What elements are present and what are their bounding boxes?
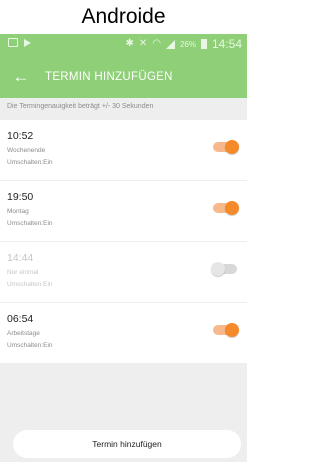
schedule-time: 10:52: [7, 130, 34, 142]
schedule-days: Arbeitstage: [7, 330, 40, 337]
play-icon: [24, 38, 31, 47]
schedule-days: Wochenende: [7, 147, 46, 154]
schedule-list: 10:52 Wochenende Umschalten:Ein 19:50 Mo…: [0, 120, 247, 364]
schedule-time: 06:54: [7, 313, 34, 325]
app-bar: ← TERMIN HINZUFÜGEN: [0, 56, 247, 98]
schedule-item[interactable]: 10:52 Wochenende Umschalten:Ein: [0, 120, 247, 180]
schedule-switch[interactable]: [211, 140, 239, 154]
caption-title: Androide: [81, 5, 166, 28]
status-time: 14:54: [211, 37, 242, 51]
schedule-toggle-status: Umschalten:Ein: [7, 220, 53, 227]
add-schedule-button[interactable]: Termin hinzufügen: [13, 430, 241, 458]
wifi-icon: ◠: [152, 38, 161, 49]
schedule-switch[interactable]: [211, 323, 239, 337]
gallery-icon: [8, 38, 18, 47]
schedule-days: Nur einmal: [7, 269, 39, 276]
status-left-icons: [8, 38, 31, 47]
schedule-switch[interactable]: [211, 262, 239, 276]
battery-icon: [200, 39, 207, 49]
schedule-toggle-status: Umschalten:Ein: [7, 342, 53, 349]
schedule-toggle-status: Umschalten:Ein: [7, 281, 53, 288]
bluetooth-icon: ✱: [125, 38, 134, 49]
schedule-days: Montag: [7, 208, 29, 215]
schedule-item[interactable]: 06:54 Arbeitstage Umschalten:Ein: [0, 303, 247, 363]
mute-icon: ✕: [138, 38, 148, 49]
back-arrow-icon[interactable]: ←: [10, 66, 32, 88]
phone-screen: ✱ ✕ ◠ 26% 14:54 ← TERMIN HINZUFÜGEN Die …: [0, 34, 247, 462]
schedule-time: 14:44: [7, 252, 34, 264]
schedule-item[interactable]: 19:50 Montag Umschalten:Ein: [0, 181, 247, 241]
signal-icon: [165, 39, 175, 49]
schedule-time: 19:50: [7, 191, 34, 203]
accuracy-note: Die Termingenauigkeit beträgt +/- 30 Sek…: [7, 103, 154, 110]
status-bar: ✱ ✕ ◠ 26% 14:54: [0, 34, 247, 56]
schedule-switch[interactable]: [211, 201, 239, 215]
page-title: TERMIN HINZUFÜGEN: [45, 71, 173, 83]
battery-percent: 26%: [179, 39, 196, 49]
status-right-icons: ✱ ✕ ◠ 26% 14:54: [125, 37, 242, 51]
schedule-item[interactable]: 14:44 Nur einmal Umschalten:Ein: [0, 242, 247, 302]
schedule-toggle-status: Umschalten:Ein: [7, 159, 53, 166]
